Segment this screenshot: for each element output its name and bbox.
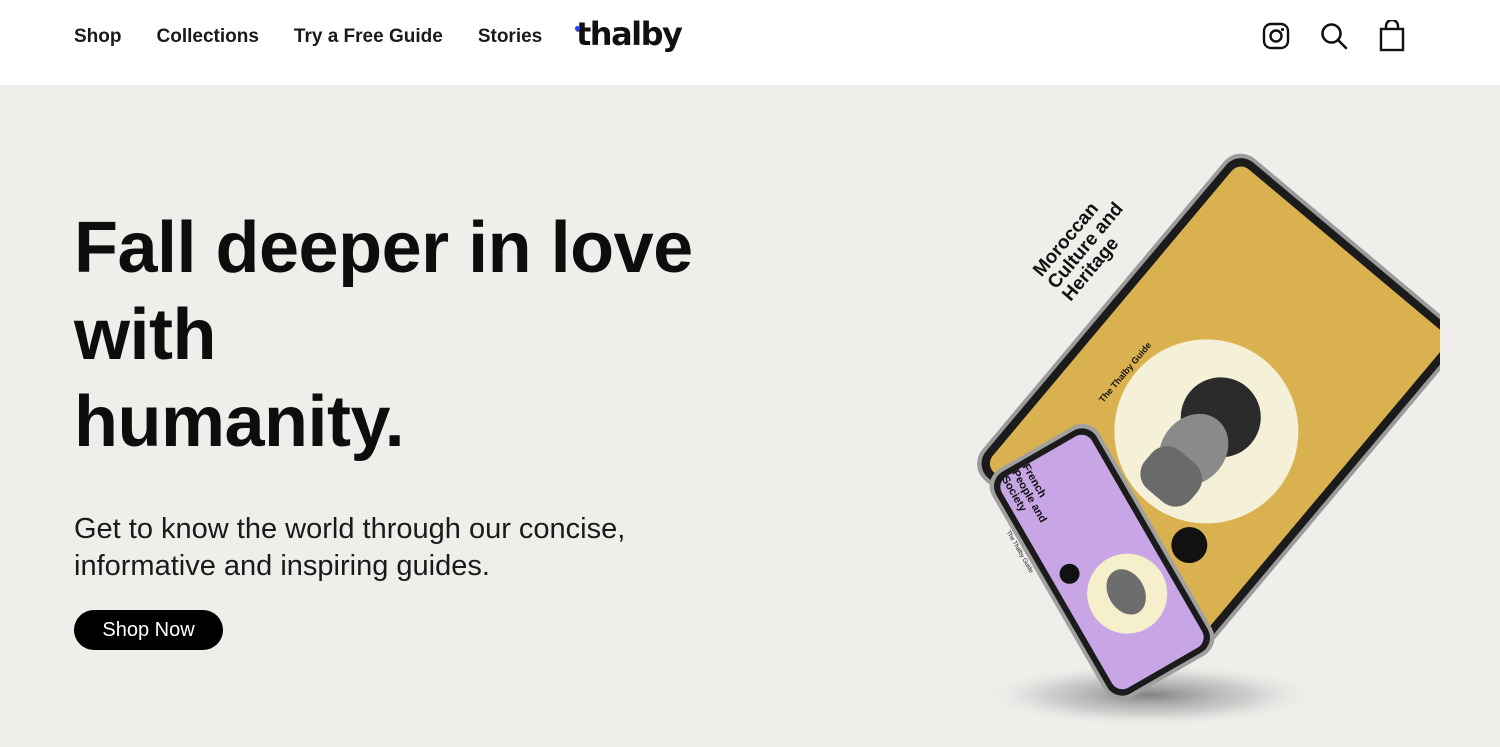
logo-dot xyxy=(575,26,580,31)
header-icons xyxy=(1236,18,1410,54)
shopping-bag-icon[interactable] xyxy=(1374,18,1410,54)
nav-item-free-guide[interactable]: Try a Free Guide xyxy=(294,24,443,50)
headline-line-2: with xyxy=(74,295,216,375)
search-icon[interactable] xyxy=(1316,18,1352,54)
headline-line-3: humanity. xyxy=(74,382,405,462)
instagram-icon[interactable] xyxy=(1258,18,1294,54)
nav-item-stories[interactable]: Stories xyxy=(478,24,542,50)
nav-item-collections[interactable]: Collections xyxy=(157,24,259,50)
site-logo[interactable]: thalby xyxy=(575,14,683,54)
hero-headline: Fall deeper in love with humanity. xyxy=(74,205,774,466)
hero-subheadline: Get to know the world through our concis… xyxy=(74,513,626,582)
main-nav: Shop Collections Try a Free Guide Storie… xyxy=(74,24,577,50)
nav-item-shop[interactable]: Shop xyxy=(74,24,122,50)
logo-text: thalby xyxy=(576,15,683,53)
site-header: Shop Collections Try a Free Guide Storie… xyxy=(0,0,1500,85)
shop-now-button[interactable]: Shop Now xyxy=(74,610,223,650)
headline-line-1: Fall deeper in love xyxy=(74,208,693,288)
hero-devices-image xyxy=(977,153,1440,727)
tablet-device xyxy=(977,153,1440,651)
